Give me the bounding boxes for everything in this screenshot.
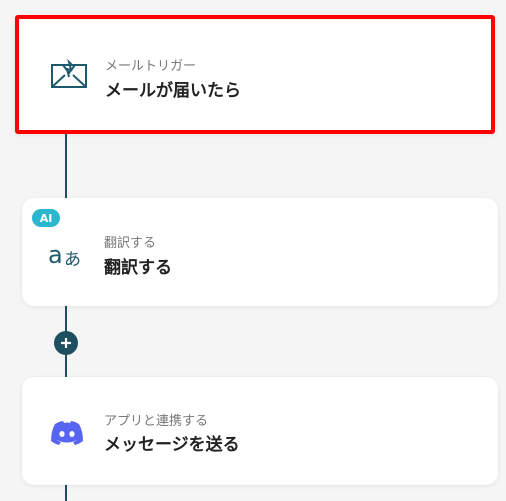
discord-step-card[interactable]: アプリと連携する メッセージを送る (22, 377, 498, 485)
ai-badge: AI (32, 209, 60, 227)
step-type-label: アプリと連携する (104, 414, 209, 429)
step-type-label: 翻訳する (104, 236, 157, 251)
trigger-step-card[interactable]: メールトリガー メールが届いたら (15, 15, 495, 134)
translate-step-card[interactable]: a あ 翻訳する 翻訳する (22, 198, 498, 306)
svg-text:あ: あ (64, 250, 81, 269)
step-title: メールが届いたら (105, 81, 241, 101)
step-type-label: メールトリガー (105, 59, 197, 74)
add-step-button[interactable] (54, 331, 78, 355)
flow-connector (65, 485, 67, 501)
step-title: メッセージを送る (104, 435, 240, 455)
discord-icon (47, 417, 87, 449)
flow-connector (65, 130, 67, 200)
mail-icon (49, 57, 89, 93)
step-title: 翻訳する (104, 258, 172, 278)
translate-icon: a あ (47, 236, 87, 272)
svg-text:a: a (48, 241, 63, 269)
plus-icon (61, 338, 71, 348)
